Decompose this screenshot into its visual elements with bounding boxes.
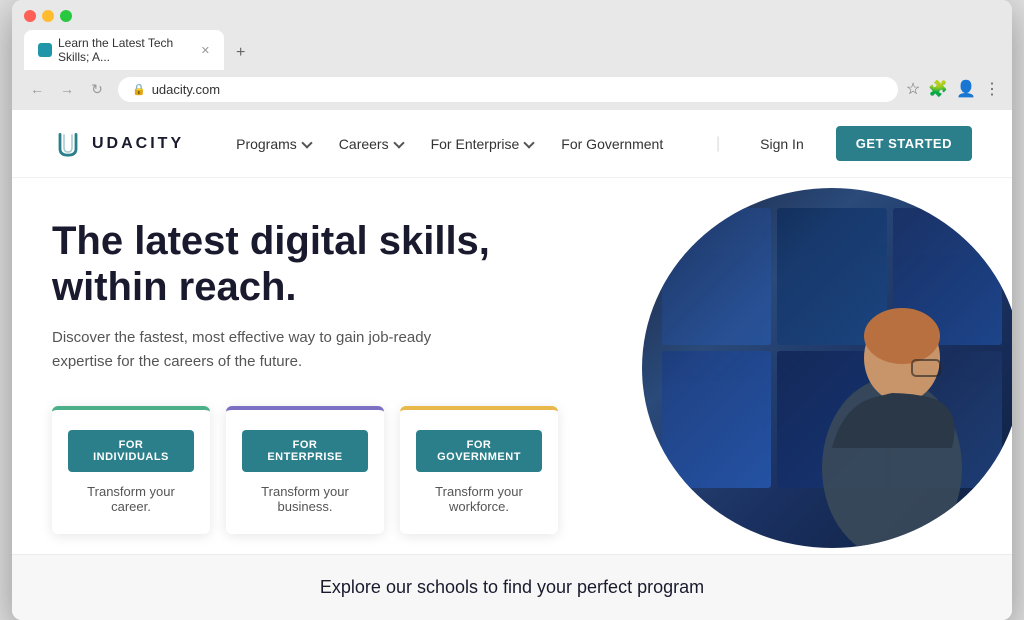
back-button[interactable]: ←	[24, 76, 50, 102]
card-government: FOR GOVERNMENT Transform your workforce.	[400, 406, 558, 534]
navbar: UDACITY Programs Careers For Enterprise …	[12, 110, 1012, 178]
tab-close-button[interactable]: ✕	[201, 44, 210, 57]
cards-row: FOR INDIVIDUALS Transform your career. F…	[52, 406, 558, 534]
card-government-desc: Transform your workforce.	[416, 484, 542, 514]
nav-careers[interactable]: Careers	[327, 130, 415, 158]
browser-chrome: Learn the Latest Tech Skills; A... ✕ +	[12, 0, 1012, 70]
bookmark-icon[interactable]: ☆	[906, 79, 920, 99]
nav-buttons: ← → ↻	[24, 76, 110, 102]
reload-button[interactable]: ↻	[84, 76, 110, 102]
traffic-light-fullscreen[interactable]	[60, 10, 72, 22]
browser-window: Learn the Latest Tech Skills; A... ✕ + ←…	[12, 0, 1012, 620]
signin-button[interactable]: Sign In	[748, 130, 816, 158]
forward-button[interactable]: →	[54, 76, 80, 102]
card-individuals: FOR INDIVIDUALS Transform your career.	[52, 406, 210, 534]
url-text: udacity.com	[152, 82, 220, 97]
hero-title: The latest digital skills, within reach.	[52, 218, 558, 310]
traffic-light-close[interactable]	[24, 10, 36, 22]
enterprise-chevron	[524, 137, 535, 148]
nav-divider: |	[716, 135, 720, 153]
person-silhouette	[792, 268, 992, 548]
new-tab-button[interactable]: +	[226, 38, 255, 68]
tab-title: Learn the Latest Tech Skills; A...	[58, 36, 191, 64]
bottom-banner: Explore our schools to find your perfect…	[12, 554, 1012, 620]
programs-chevron	[301, 137, 312, 148]
card-individuals-desc: Transform your career.	[68, 484, 194, 514]
hero-subtitle: Discover the fastest, most effective way…	[52, 326, 452, 374]
card-enterprise-desc: Transform your business.	[242, 484, 368, 514]
address-bar[interactable]: 🔒 udacity.com	[118, 77, 898, 102]
menu-icon[interactable]: ⋮	[984, 79, 1000, 99]
for-government-button[interactable]: FOR GOVERNMENT	[416, 430, 542, 472]
extensions-icon[interactable]: 🧩	[928, 79, 948, 99]
traffic-light-minimize[interactable]	[42, 10, 54, 22]
tab-bar: Learn the Latest Tech Skills; A... ✕ +	[24, 30, 1000, 70]
for-individuals-button[interactable]: FOR INDIVIDUALS	[68, 430, 194, 472]
traffic-lights	[24, 10, 1000, 22]
nav-enterprise[interactable]: For Enterprise	[419, 130, 546, 158]
screen-tile-1	[662, 208, 771, 345]
lock-icon: 🔒	[132, 83, 146, 96]
hero-section: The latest digital skills, within reach.…	[12, 178, 1012, 554]
for-enterprise-button[interactable]: FOR ENTERPRISE	[242, 430, 368, 472]
hero-image	[642, 188, 1012, 548]
card-enterprise: FOR ENTERPRISE Transform your business.	[226, 406, 384, 534]
hero-image-bg	[642, 188, 1012, 548]
profile-icon[interactable]: 👤	[956, 79, 976, 99]
bottom-banner-text: Explore our schools to find your perfect…	[34, 577, 990, 598]
logo-icon	[52, 128, 84, 160]
get-started-button[interactable]: GET STARTED	[836, 126, 972, 161]
logo-text: UDACITY	[92, 135, 184, 153]
address-bar-row: ← → ↻ 🔒 udacity.com ☆ 🧩 👤 ⋮	[12, 70, 1012, 110]
tab-favicon	[38, 43, 52, 57]
nav-programs[interactable]: Programs	[224, 130, 323, 158]
screen-tile-4	[662, 351, 771, 488]
logo[interactable]: UDACITY	[52, 128, 184, 160]
page-content: UDACITY Programs Careers For Enterprise …	[12, 110, 1012, 620]
toolbar-icons: ☆ 🧩 👤 ⋮	[906, 79, 1000, 99]
careers-chevron	[393, 137, 404, 148]
hero-left: The latest digital skills, within reach.…	[52, 218, 558, 534]
nav-links: Programs Careers For Enterprise For Gove…	[224, 130, 688, 158]
nav-government[interactable]: For Government	[549, 130, 675, 158]
active-tab[interactable]: Learn the Latest Tech Skills; A... ✕	[24, 30, 224, 70]
